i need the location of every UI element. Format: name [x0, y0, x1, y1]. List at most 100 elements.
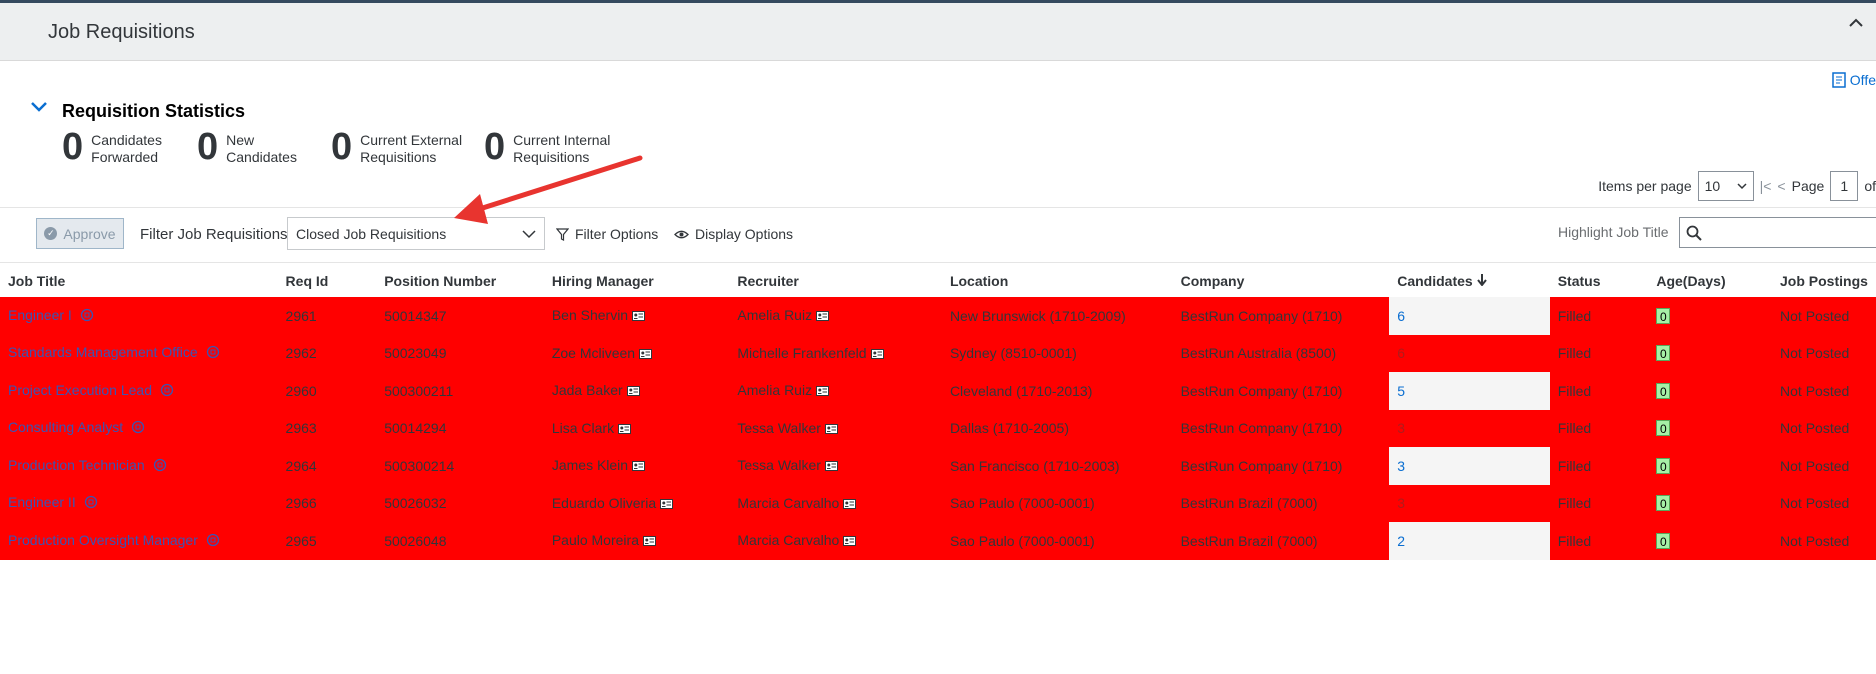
page-number-input[interactable]: 1 — [1830, 171, 1859, 201]
contact-card-icon[interactable] — [632, 458, 646, 474]
stat-candidates-forwarded: 0 Candidates Forwarded — [62, 125, 162, 169]
company-cell: BestRun Australia (8500) — [1172, 334, 1390, 372]
col-company[interactable]: Company — [1172, 265, 1390, 297]
job-title-link[interactable]: Standards Management Office — [8, 344, 198, 360]
approve-button[interactable]: ✓ Approve — [36, 218, 124, 249]
page-title: Job Requisitions — [48, 21, 195, 43]
col-hiring-manager[interactable]: Hiring Manager — [543, 265, 730, 297]
job-postings-cell: Not Posted — [1772, 447, 1876, 485]
job-title-link[interactable]: Engineer II — [8, 494, 76, 510]
location-cell: Cleveland (1710-2013) — [941, 372, 1173, 410]
col-location[interactable]: Location — [941, 265, 1173, 297]
company-cell: BestRun Company (1710) — [1172, 297, 1390, 335]
recruiter-cell: Amelia Ruiz — [729, 297, 942, 335]
col-age[interactable]: Age(Days) — [1648, 265, 1773, 297]
eye-icon — [674, 230, 689, 238]
table-row[interactable]: Engineer I 2961 50014347 Ben Shervin Amelia … — [0, 297, 1876, 335]
contact-card-icon[interactable] — [660, 496, 674, 512]
position-number-cell: 500300211 — [376, 372, 544, 410]
stat-value: 0 — [331, 126, 353, 168]
table-row[interactable]: Consulting Analyst 2963 50014294 Lisa Clark… — [0, 409, 1876, 447]
table-row[interactable]: Project Execution Lead 2960 500300211 Jada … — [0, 372, 1876, 410]
job-details-icon[interactable] — [160, 383, 174, 400]
candidates-cell[interactable]: 6 — [1389, 334, 1550, 372]
position-number-cell: 50014294 — [376, 409, 544, 447]
collapse-header-button[interactable] — [1844, 11, 1868, 35]
job-title-link[interactable]: Consulting Analyst — [8, 419, 123, 435]
job-title-cell: Project Execution Lead — [0, 372, 278, 410]
hiring-manager-cell: Paulo Moreira — [543, 522, 730, 560]
candidates-cell[interactable]: 6 — [1389, 297, 1550, 335]
contact-card-icon[interactable] — [843, 496, 857, 512]
col-candidates[interactable]: Candidates — [1389, 265, 1550, 297]
location-cell: New Brunswick (1710-2009) — [941, 297, 1173, 335]
table-row[interactable]: Engineer II 2966 50026032 Eduardo Oliveria M… — [0, 484, 1876, 522]
contact-card-icon[interactable] — [642, 533, 656, 549]
recruiter-cell: Michelle Frankenfeld — [729, 334, 942, 372]
col-job-title[interactable]: Job Title — [0, 265, 278, 297]
contact-card-icon[interactable] — [632, 308, 646, 324]
first-page-icon[interactable]: |< — [1760, 178, 1772, 194]
document-icon — [1832, 72, 1846, 88]
recruiter-name: Amelia Ruiz — [737, 382, 813, 399]
highlight-job-title-input[interactable] — [1679, 217, 1876, 248]
job-details-icon[interactable] — [206, 533, 220, 550]
job-details-icon[interactable] — [153, 458, 167, 475]
candidates-cell[interactable]: 3 — [1389, 447, 1550, 485]
table-row[interactable]: Production Technician 2964 500300214 James … — [0, 447, 1876, 485]
contact-card-icon[interactable] — [816, 383, 830, 399]
contact-card-icon[interactable] — [639, 346, 653, 362]
contact-card-icon[interactable] — [824, 458, 838, 474]
candidates-cell[interactable]: 3 — [1389, 409, 1550, 447]
age-badge: 0 — [1656, 495, 1671, 512]
job-details-icon[interactable] — [84, 495, 98, 512]
position-number-cell: 50026048 — [376, 522, 544, 560]
job-title-link[interactable]: Project Execution Lead — [8, 382, 152, 398]
col-recruiter[interactable]: Recruiter — [729, 265, 942, 297]
job-details-icon[interactable] — [131, 420, 145, 437]
position-number-cell: 50014347 — [376, 297, 544, 335]
annotation-arrow — [454, 155, 643, 224]
items-per-page-select[interactable]: 10 — [1697, 171, 1754, 201]
stats-toggle[interactable] — [28, 98, 50, 116]
contact-card-icon[interactable] — [618, 421, 632, 437]
job-title-link[interactable]: Production Oversight Manager — [8, 532, 198, 548]
location-cell: San Francisco (1710-2003) — [941, 447, 1173, 485]
col-position-number[interactable]: Position Number — [376, 265, 544, 297]
col-status[interactable]: Status — [1549, 265, 1649, 297]
age-badge: 0 — [1656, 382, 1671, 399]
req-id-cell: 2964 — [277, 447, 377, 485]
job-details-icon[interactable] — [80, 308, 94, 325]
candidates-cell[interactable]: 3 — [1389, 484, 1550, 522]
contact-card-icon[interactable] — [843, 533, 857, 549]
chevron-down-icon — [522, 229, 536, 238]
col-req-id[interactable]: Req Id — [277, 265, 377, 297]
contact-card-icon[interactable] — [816, 308, 830, 324]
candidates-cell[interactable]: 2 — [1389, 522, 1550, 560]
job-postings-cell: Not Posted — [1772, 522, 1876, 560]
display-options-label: Display Options — [695, 226, 794, 242]
contact-card-icon[interactable] — [870, 346, 884, 362]
age-cell: 0 — [1648, 447, 1773, 485]
table-row[interactable]: Production Oversight Manager 2965 50026048… — [0, 522, 1876, 560]
job-title-cell: Engineer I — [0, 297, 278, 335]
job-postings-cell: Not Posted — [1772, 372, 1876, 410]
age-badge: 0 — [1656, 420, 1671, 437]
job-title-link[interactable]: Production Technician — [8, 457, 145, 473]
stat-new-candidates: 0 New Candidates — [197, 125, 297, 169]
contact-card-icon[interactable] — [824, 421, 838, 437]
age-badge: 0 — [1656, 345, 1671, 362]
candidates-cell[interactable]: 5 — [1389, 372, 1550, 410]
offer-link[interactable]: Offe — [1832, 72, 1876, 88]
job-title-link[interactable]: Engineer I — [8, 307, 72, 323]
company-cell: BestRun Company (1710) — [1172, 447, 1390, 485]
previous-page-icon[interactable]: < — [1777, 178, 1785, 194]
status-cell: Filled — [1549, 522, 1649, 560]
col-job-postings[interactable]: Job Postings — [1772, 265, 1876, 297]
job-details-icon[interactable] — [206, 345, 220, 362]
job-title-cell: Standards Management Office — [0, 334, 278, 372]
display-options-button[interactable]: Display Options — [674, 226, 793, 242]
table-row[interactable]: Standards Management Office 2962 50023049 Z… — [0, 334, 1876, 372]
hiring-manager-cell: Jada Baker — [543, 372, 730, 410]
contact-card-icon[interactable] — [626, 383, 640, 399]
